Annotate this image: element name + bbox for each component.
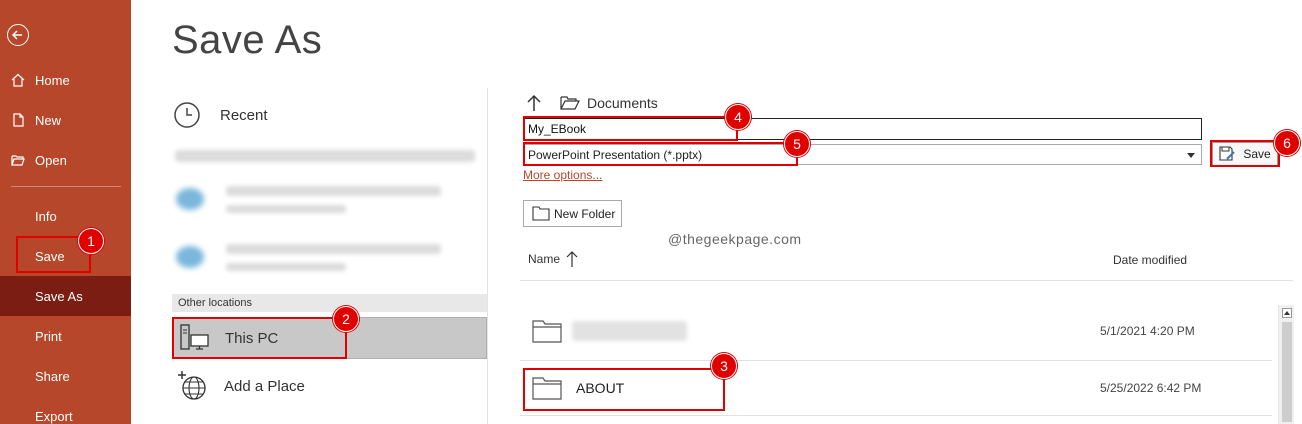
home-icon xyxy=(11,73,25,87)
clock-icon xyxy=(174,102,200,128)
nav-save-as-label: Save As xyxy=(35,288,83,304)
location-add-place[interactable]: Add a Place xyxy=(172,366,487,406)
other-locations-header: Other locations xyxy=(172,294,487,312)
file-list-scrollbar[interactable] xyxy=(1278,305,1294,424)
new-document-icon xyxy=(13,113,24,127)
row-divider xyxy=(520,415,1272,416)
annotation-box xyxy=(1210,140,1280,167)
file-date: 5/25/2022 6:42 PM xyxy=(1100,381,1202,395)
cloud-icon xyxy=(176,246,204,268)
nav-open[interactable]: Open xyxy=(0,140,131,180)
scroll-thumb[interactable] xyxy=(1282,322,1292,422)
folder-icon xyxy=(532,320,562,343)
back-arrow-icon[interactable] xyxy=(7,24,29,46)
file-row[interactable]: 5/1/2021 4:20 PM xyxy=(520,305,1272,357)
annotation-badge: 5 xyxy=(784,131,810,157)
nav-export[interactable]: Export xyxy=(0,396,131,424)
blurred-account-name xyxy=(226,186,441,196)
row-divider xyxy=(520,360,1272,361)
annotation-box xyxy=(172,317,347,359)
column-header-name-label: Name xyxy=(528,252,561,266)
nav-open-label: Open xyxy=(35,152,67,168)
new-folder-icon xyxy=(532,206,550,221)
nav-new[interactable]: New xyxy=(0,100,131,140)
nav-home[interactable]: Home xyxy=(0,60,131,100)
annotation-badge: 1 xyxy=(78,228,104,254)
nav-save-as[interactable]: Save As xyxy=(0,276,131,316)
location-add-place-label: Add a Place xyxy=(224,377,305,395)
blurred-account-name xyxy=(226,244,441,254)
globe-plus-icon xyxy=(178,371,206,400)
watermark: @thegeekpage.com xyxy=(668,231,802,247)
blurred-section-header xyxy=(175,150,475,162)
nav-new-label: New xyxy=(35,112,62,128)
annotation-box xyxy=(523,142,798,166)
cloud-icon xyxy=(176,188,204,210)
annotation-badge: 4 xyxy=(725,104,751,130)
nav-print-label: Print xyxy=(35,328,62,344)
current-folder-label[interactable]: Documents xyxy=(587,95,658,111)
page-title: Save As xyxy=(172,18,323,62)
annotation-box xyxy=(523,116,738,141)
chevron-down-icon xyxy=(1187,153,1195,158)
up-arrow-icon[interactable] xyxy=(526,94,542,112)
panel-divider xyxy=(487,88,488,424)
nav-print[interactable]: Print xyxy=(0,316,131,356)
scroll-up-arrow-icon[interactable] xyxy=(1282,308,1292,318)
backstage-sidebar: Home New Open Info Save Save As Print Sh… xyxy=(0,0,131,424)
new-folder-button[interactable]: New Folder xyxy=(523,200,622,227)
blurred-file-name xyxy=(572,321,687,341)
location-recent-label: Recent xyxy=(220,106,268,124)
blurred-account-email xyxy=(226,205,346,213)
new-folder-label: New Folder xyxy=(554,206,616,221)
folder-open-icon xyxy=(560,96,580,110)
more-options-link[interactable]: More options... xyxy=(523,168,602,182)
nav-share-label: Share xyxy=(35,368,70,384)
nav-info-label: Info xyxy=(35,208,57,224)
annotation-badge: 2 xyxy=(333,306,359,332)
nav-share[interactable]: Share xyxy=(0,356,131,396)
blurred-account-email xyxy=(226,263,346,271)
path-bar: Documents xyxy=(526,92,658,114)
open-folder-icon xyxy=(11,155,25,166)
annotation-badge: 6 xyxy=(1274,130,1300,156)
nav-info[interactable]: Info xyxy=(0,196,131,236)
sidebar-divider xyxy=(11,186,121,187)
sort-ascending-icon xyxy=(566,251,578,267)
nav-home-label: Home xyxy=(35,72,70,88)
column-header-name[interactable]: Name xyxy=(528,250,578,268)
header-divider xyxy=(520,280,1293,281)
nav-export-label: Export xyxy=(35,408,73,424)
annotation-box xyxy=(523,368,725,411)
location-recent[interactable]: Recent xyxy=(172,96,482,134)
file-date: 5/1/2021 4:20 PM xyxy=(1100,324,1195,338)
column-header-date[interactable]: Date modified xyxy=(1113,253,1187,267)
annotation-badge: 3 xyxy=(711,353,737,379)
